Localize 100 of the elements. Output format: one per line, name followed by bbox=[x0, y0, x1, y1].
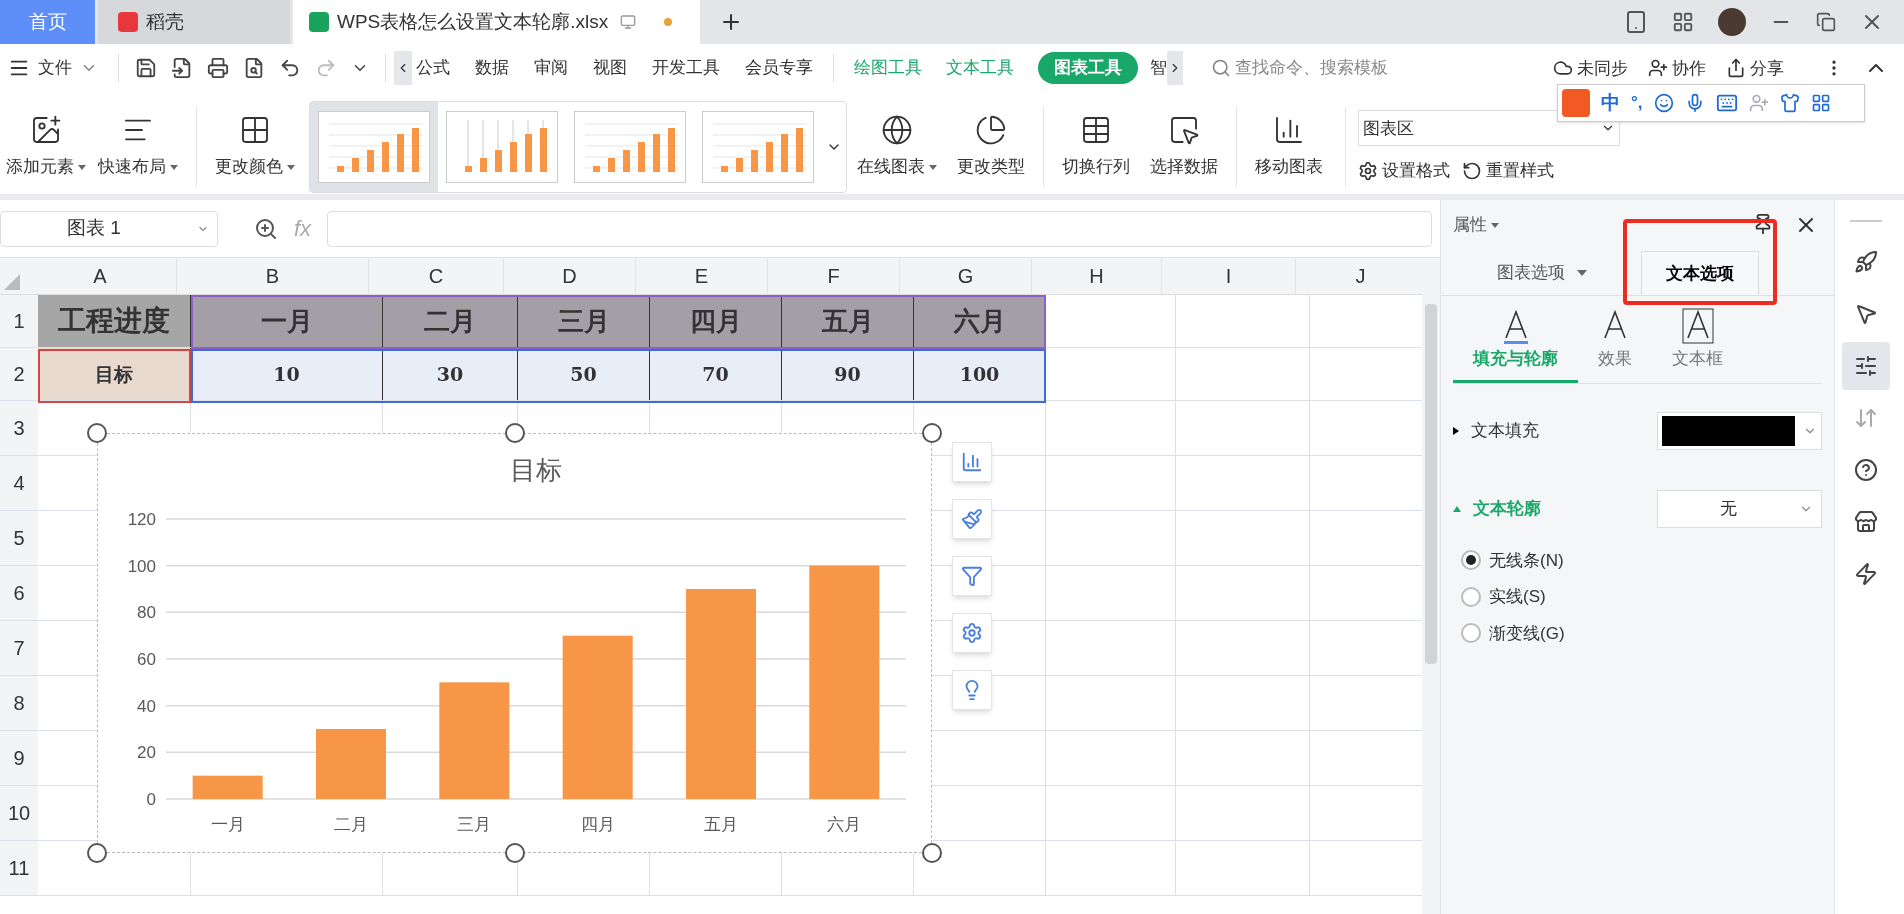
avatar[interactable] bbox=[1718, 8, 1746, 36]
row-header[interactable]: 9 bbox=[0, 731, 38, 785]
menu-tab[interactable]: 公式 bbox=[416, 55, 450, 81]
row-header[interactable]: 11 bbox=[0, 841, 38, 895]
ribbon-button[interactable]: 更改类型 bbox=[953, 114, 1029, 180]
undo-icon[interactable] bbox=[279, 57, 301, 79]
search-field[interactable]: 查找命令、搜索模板 bbox=[1211, 55, 1388, 81]
ribbon-button[interactable]: 在线图表 bbox=[853, 114, 941, 180]
filter-button[interactable] bbox=[952, 556, 992, 596]
tablet-icon[interactable] bbox=[1624, 10, 1648, 34]
scrollbar-thumb[interactable] bbox=[1425, 304, 1437, 664]
tab[interactable]: WPS表格怎么设置文本轮廓.xlsx bbox=[293, 0, 701, 44]
menu-tab[interactable]: 审阅 bbox=[534, 55, 568, 81]
menu-tab[interactable]: 数据 bbox=[475, 55, 509, 81]
grid-icon[interactable] bbox=[1672, 11, 1694, 33]
row-header[interactable]: 7 bbox=[0, 621, 38, 675]
export-icon[interactable] bbox=[171, 57, 193, 79]
save-icon[interactable] bbox=[135, 57, 157, 79]
store-icon[interactable] bbox=[1853, 510, 1878, 534]
collaborate-button[interactable]: 协作 bbox=[1648, 58, 1706, 78]
name-box[interactable]: 图表 1 bbox=[0, 210, 218, 247]
ime-punctuation[interactable]: °, bbox=[1631, 90, 1643, 116]
keyboard-icon[interactable] bbox=[1715, 92, 1738, 114]
grid-icon[interactable] bbox=[1810, 93, 1831, 113]
radio-button[interactable] bbox=[1461, 586, 1481, 607]
section-header[interactable]: 文本填充 bbox=[1453, 417, 1539, 444]
chart-elements-button[interactable] bbox=[952, 442, 992, 482]
column-header[interactable]: I bbox=[1162, 258, 1296, 294]
restore-icon[interactable] bbox=[1816, 12, 1836, 32]
pie-chart-icon bbox=[975, 114, 1007, 147]
sync-button[interactable]: 未同步 bbox=[1553, 58, 1628, 78]
tab[interactable]: 稻壳 bbox=[98, 0, 290, 44]
column-header[interactable]: C bbox=[369, 258, 504, 294]
column-header[interactable]: A bbox=[24, 258, 177, 294]
color-dropdown[interactable] bbox=[1657, 411, 1822, 450]
user-plus-icon bbox=[1648, 58, 1668, 78]
row-header[interactable]: 5 bbox=[0, 511, 38, 565]
properties-button[interactable] bbox=[1841, 342, 1890, 390]
column-header[interactable]: F bbox=[768, 258, 900, 294]
radio-option[interactable]: 实线(S) bbox=[1461, 584, 1814, 610]
row-header[interactable]: 6 bbox=[0, 566, 38, 620]
rocket-icon[interactable] bbox=[1853, 250, 1878, 274]
chart-style-thumbnail[interactable] bbox=[310, 102, 438, 192]
row-header[interactable]: 3 bbox=[0, 401, 38, 455]
zoom-icon[interactable] bbox=[254, 216, 278, 241]
axis-label: 二月 bbox=[334, 815, 368, 834]
subtab[interactable]: 文本框 bbox=[1652, 308, 1743, 383]
row-header[interactable]: 10 bbox=[0, 786, 38, 840]
emoji-icon[interactable] bbox=[1653, 93, 1674, 113]
resize-handle[interactable] bbox=[505, 843, 525, 863]
resize-handle[interactable] bbox=[87, 423, 107, 443]
paintbrush-button[interactable] bbox=[952, 499, 992, 539]
chart-area[interactable]: 目标 0 20 40 60 80 100 120 一月 二月 三月 四月 五月 六月 bbox=[97, 433, 932, 853]
resize-handle[interactable] bbox=[922, 423, 942, 443]
ribbon-button[interactable]: 切换行列 bbox=[1058, 114, 1134, 180]
share-button[interactable]: 分享 bbox=[1726, 58, 1784, 78]
resize-handle[interactable] bbox=[922, 843, 942, 863]
ribbon-button[interactable]: 更改颜色 bbox=[211, 114, 299, 180]
resize-handle[interactable] bbox=[87, 843, 107, 863]
filter-icon bbox=[961, 565, 983, 587]
ribbon-button[interactable]: 添加元素 bbox=[2, 114, 90, 180]
radio-button[interactable] bbox=[1461, 623, 1481, 644]
shirt-icon[interactable] bbox=[1779, 93, 1800, 113]
column-header[interactable]: G bbox=[900, 258, 1032, 294]
resize-handle[interactable] bbox=[505, 423, 525, 443]
panel-tab[interactable]: 图表选项 bbox=[1473, 251, 1611, 295]
column-header[interactable]: H bbox=[1032, 258, 1162, 294]
reset-style-button[interactable]: 重置样式 bbox=[1462, 158, 1554, 184]
print-icon[interactable] bbox=[207, 57, 229, 79]
row-header[interactable]: 4 bbox=[0, 456, 38, 510]
subtab[interactable]: 效果 bbox=[1578, 308, 1652, 383]
row-header[interactable]: 1 bbox=[0, 295, 38, 347]
format-button[interactable]: 设置格式 bbox=[1358, 158, 1450, 184]
panel-title[interactable]: 属性 bbox=[1453, 212, 1499, 238]
preview-icon[interactable] bbox=[243, 57, 265, 79]
scroll-right-button[interactable] bbox=[1167, 51, 1183, 85]
ribbon-button[interactable]: 快速布局 bbox=[94, 114, 182, 180]
outline-dropdown[interactable]: 无 bbox=[1657, 489, 1822, 528]
column-header[interactable]: B bbox=[177, 258, 369, 294]
column-header[interactable]: D bbox=[504, 258, 636, 294]
formula-field[interactable] bbox=[327, 210, 1432, 247]
help-icon[interactable] bbox=[1853, 458, 1878, 482]
file-menu[interactable]: 文件 bbox=[0, 55, 110, 81]
settings-button[interactable] bbox=[952, 613, 992, 653]
menu-tab[interactable]: 会员专享 bbox=[745, 55, 813, 81]
row-header[interactable]: 2 bbox=[0, 348, 38, 400]
row-header[interactable]: 8 bbox=[0, 676, 38, 730]
radio-button[interactable] bbox=[1461, 550, 1481, 571]
panel-tab[interactable]: 文本选项 bbox=[1641, 251, 1759, 295]
ribbon-button[interactable]: 移动图表 bbox=[1251, 114, 1327, 180]
menu-tab[interactable]: 视图 bbox=[593, 55, 627, 81]
radio-option[interactable]: 无线条(N) bbox=[1461, 547, 1814, 573]
column-header[interactable]: E bbox=[636, 258, 768, 294]
radio-option[interactable]: 渐变线(G) bbox=[1461, 620, 1814, 646]
lightning-icon[interactable] bbox=[1853, 562, 1878, 586]
lightbulb-button[interactable] bbox=[952, 670, 992, 710]
scroll-left-button[interactable] bbox=[394, 51, 412, 85]
menu-tab[interactable]: 开发工具 bbox=[652, 55, 720, 81]
ribbon-button[interactable]: 选择数据 bbox=[1146, 114, 1222, 180]
menu-tab[interactable]: 智 bbox=[1150, 55, 1167, 81]
